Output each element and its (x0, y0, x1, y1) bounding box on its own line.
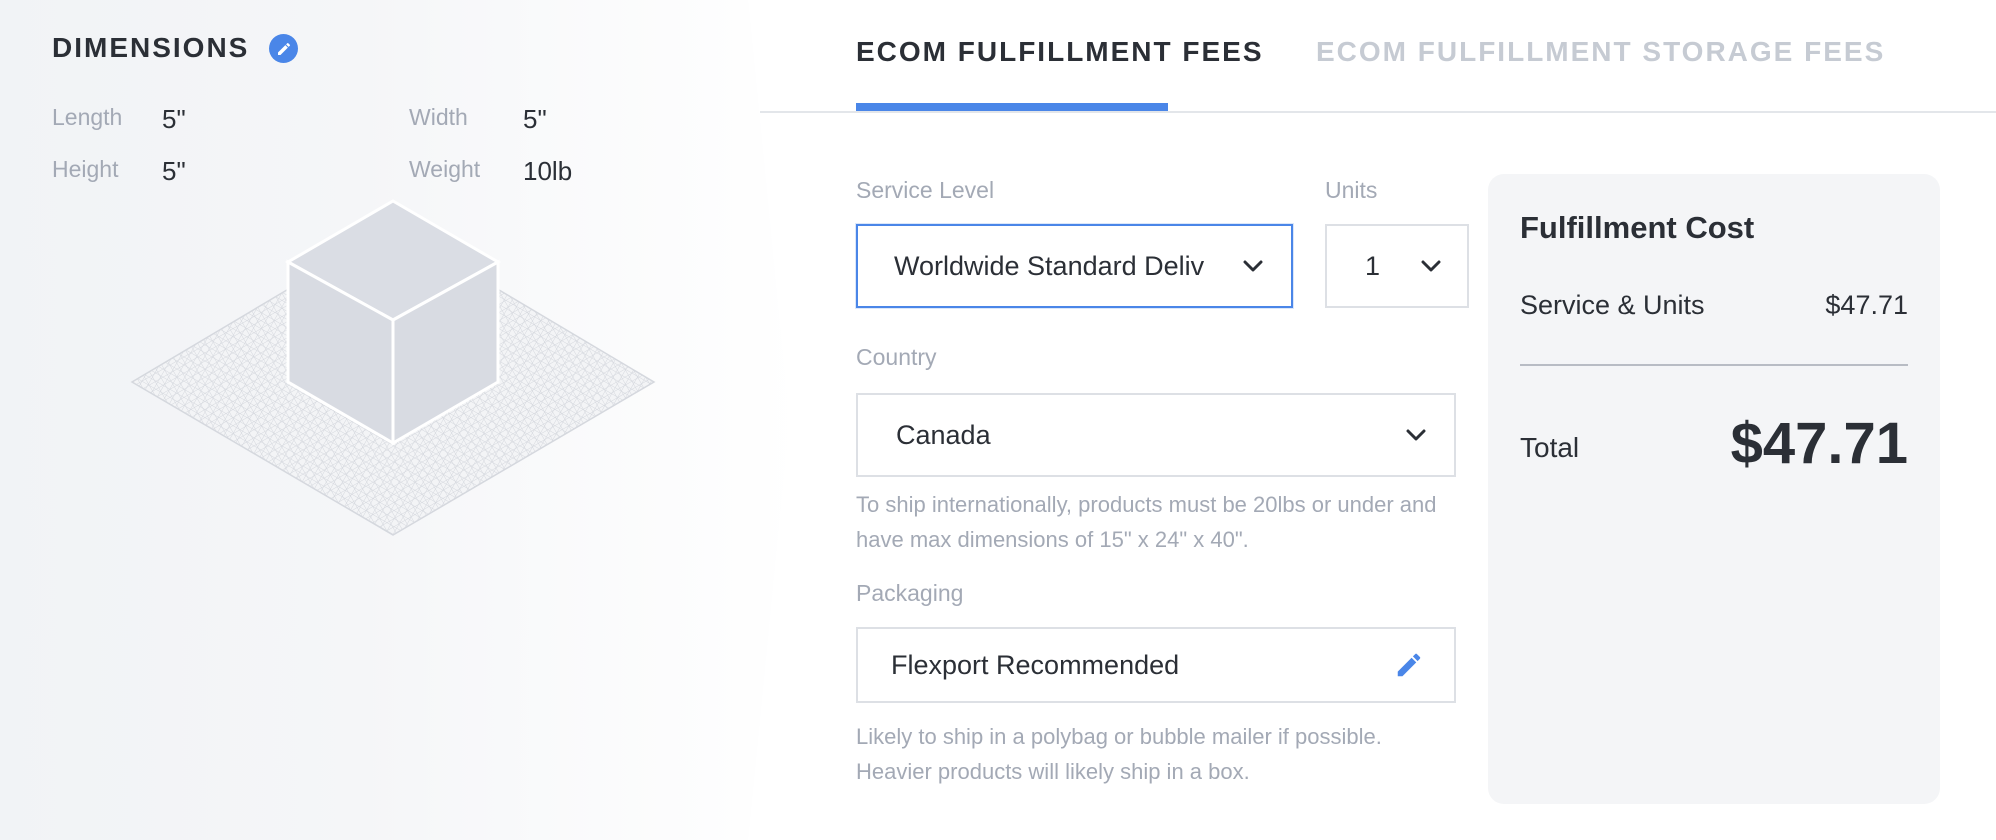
packaging-field[interactable]: Flexport Recommended (856, 627, 1456, 703)
height-value: 5" (162, 156, 186, 186)
packaging-help-text: Likely to ship in a polybag or bubble ma… (856, 724, 1382, 784)
country-label: Country (856, 344, 937, 370)
packaging-label: Packaging (856, 580, 964, 606)
length-label: Length (52, 104, 123, 130)
dimensions-title: DIMENSIONS (52, 32, 250, 63)
width-label: Width (409, 104, 468, 130)
units-label: Units (1325, 177, 1378, 203)
total-label: Total (1520, 432, 1580, 463)
weight-value: 10lb (523, 156, 573, 186)
total-value: $47.71 (1730, 411, 1908, 476)
units-select[interactable]: 1 (1325, 224, 1469, 308)
country-select[interactable]: Canada (856, 393, 1456, 477)
cost-title: Fulfillment Cost (1520, 210, 1755, 245)
active-tab-indicator (856, 103, 1168, 111)
service-level-select[interactable]: Worldwide Standard Deliv (856, 224, 1293, 308)
packaging-value: Flexport Recommended (891, 649, 1180, 680)
edit-dimensions-button[interactable] (269, 34, 298, 63)
box-illustration (130, 199, 656, 536)
height-label: Height (52, 156, 119, 182)
service-level-value: Worldwide Standard Deliv (894, 250, 1205, 281)
dimensions-panel: DIMENSIONS Length 5" Width 5" Height 5" … (0, 0, 790, 840)
pencil-icon (277, 42, 290, 55)
country-help-text: To ship internationally, products must b… (856, 492, 1437, 552)
fulfillment-cost-card: Fulfillment Cost Service & Units $47.71 … (1488, 174, 1940, 804)
chevron-down-icon (1406, 429, 1426, 441)
units-value: 1 (1365, 250, 1381, 281)
country-value: Canada (896, 419, 991, 450)
length-value: 5" (162, 104, 186, 134)
tab-ecom-fulfillment-storage-fees[interactable]: ECOM FULFILLMENT STORAGE FEES (1316, 36, 1885, 68)
fee-tabs: ECOM FULFILLMENT FEES ECOM FULFILLMENT S… (760, 0, 1996, 113)
weight-label: Weight (409, 156, 481, 182)
chevron-down-icon (1243, 260, 1263, 272)
service-level-label: Service Level (856, 177, 995, 203)
service-units-label: Service & Units (1520, 290, 1705, 320)
width-value: 5" (523, 104, 547, 134)
service-units-value: $47.71 (1825, 290, 1908, 320)
chevron-down-icon (1421, 260, 1441, 272)
tab-ecom-fulfillment-fees[interactable]: ECOM FULFILLMENT FEES (856, 36, 1264, 68)
pencil-icon[interactable] (1394, 650, 1424, 680)
cost-divider (1520, 364, 1908, 366)
